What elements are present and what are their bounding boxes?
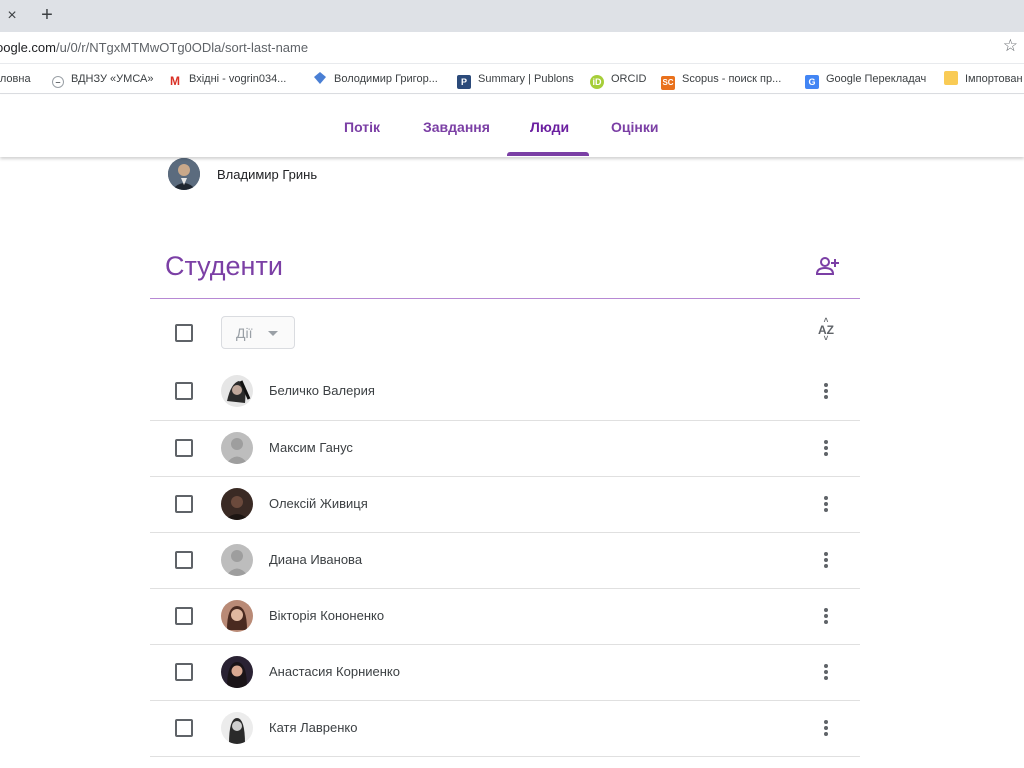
bookmark-label: Summary | Publons [478,73,574,85]
select-all-checkbox[interactable] [175,324,193,342]
gmail-icon: M [168,74,182,88]
bookmark-label: Вхідні - vogrin034... [189,73,287,85]
bookmark-item[interactable]: Володимир Григор... [313,71,438,87]
default-avatar-icon [221,544,253,576]
more-options-icon[interactable] [820,379,832,403]
bookmark-label: оловна [0,73,31,85]
bookmarks-bar: оловна –ВДНЗУ «УМСА» M Вхідні - vogrin034… [0,64,1024,94]
url-path: /u/0/r/NTgxMTMwOTg0ODla/sort-last-name [55,40,309,55]
address-bar[interactable]: oogle.com/u/0/r/NTgxMTMwOTg0ODla/sort-la… [0,32,1024,64]
student-name: Катя Лавренко [269,720,358,735]
student-checkbox[interactable] [175,719,193,737]
student-checkbox[interactable] [175,551,193,569]
more-options-icon[interactable] [820,604,832,628]
bookmark-item[interactable]: iD ORCID [590,71,646,89]
student-checkbox[interactable] [175,382,193,400]
bookmark-star-icon[interactable]: ☆ [1003,36,1018,56]
tab-stream[interactable]: Потік [344,119,380,135]
teacher-avatar [168,158,200,190]
bookmark-label: ORCID [611,73,647,85]
scopus-icon: SC [661,76,675,90]
bookmark-label: Google Перекладач [826,73,927,85]
student-name: Беличко Валерия [269,383,375,398]
students-heading: Студенти [165,251,283,281]
student-row: Максим Ганус [150,420,860,476]
bookmark-label: Імпортован [965,73,1023,85]
bookmark-label: ВДНЗУ «УМСА» [71,73,154,85]
student-row: Катя Лавренко [150,700,860,756]
student-name: Олексій Живиця [269,496,368,511]
bookmark-item[interactable]: P Summary | Publons [457,71,574,89]
tab-people[interactable]: Люди [530,119,569,135]
student-row: Вікторія Кононенко [150,588,860,644]
student-checkbox[interactable] [175,495,193,513]
student-avatar [221,600,253,632]
browser-tab-strip: × + [0,0,1024,32]
student-name: Вікторія Кононенко [269,608,385,623]
active-tab-indicator [507,152,589,156]
url-text[interactable]: oogle.com/u/0/r/NTgxMTMwOTg0ODla/sort-la… [0,40,308,55]
student-checkbox[interactable] [175,663,193,681]
section-divider [150,298,860,299]
more-options-icon[interactable] [820,716,832,740]
more-options-icon[interactable] [820,436,832,460]
caret-down-icon [268,331,278,336]
translate-icon: G [805,75,819,89]
row-divider [150,756,860,757]
more-options-icon[interactable] [820,548,832,572]
add-person-icon [815,257,839,275]
tab-grades[interactable]: Оцінки [611,119,658,135]
student-avatar [221,375,253,407]
new-tab-button[interactable]: + [36,0,58,32]
default-avatar-icon [221,432,253,464]
globe-icon: – [52,76,64,88]
url-host: oogle.com [0,40,56,55]
actions-label: Дії [236,325,253,341]
student-row: Диана Иванова [150,532,860,588]
invite-students-button[interactable] [814,254,840,278]
student-avatar [221,656,253,688]
student-checkbox[interactable] [175,607,193,625]
bookmark-item[interactable]: M Вхідні - vogrin034... [168,71,286,88]
sort-az-icon[interactable]: ˄ AZ ˅ [815,317,837,343]
teacher-name: Владимир Гринь [217,167,318,182]
publons-icon: P [457,75,471,89]
student-avatar [221,712,253,744]
bookmark-item[interactable]: – ВДНЗУ «УМСА» [52,71,153,88]
student-row: Олексій Живиця [150,476,860,532]
more-options-icon[interactable] [820,660,832,684]
student-avatar [221,488,253,520]
bookmark-label: Scopus - поиск пр... [682,73,782,85]
bookmark-item[interactable]: оловна [0,71,31,87]
student-name: Диана Иванова [269,552,363,567]
student-row: Анастасия Корниенко [150,644,860,700]
orcid-icon: iD [590,75,604,89]
student-name: Максим Ганус [269,440,353,455]
tab-classwork[interactable]: Завдання [423,119,490,135]
close-tab-icon[interactable]: × [0,0,24,32]
bookmark-item[interactable]: G Google Перекладач [805,71,926,89]
student-name: Анастасия Корниенко [269,664,400,679]
student-checkbox[interactable] [175,439,193,457]
actions-dropdown[interactable]: Дії [221,316,295,349]
folder-icon [944,71,958,85]
more-options-icon[interactable] [820,492,832,516]
classroom-nav: Потік Завдання Люди Оцінки [0,95,1024,157]
student-row: Беличко Валерия [150,363,860,419]
bookmark-item[interactable]: Імпортован [944,71,1023,87]
bookmark-item[interactable]: SC Scopus - поиск пр... [661,71,781,90]
bookmark-label: Володимир Григор... [334,73,438,85]
diamond-icon [313,71,327,85]
